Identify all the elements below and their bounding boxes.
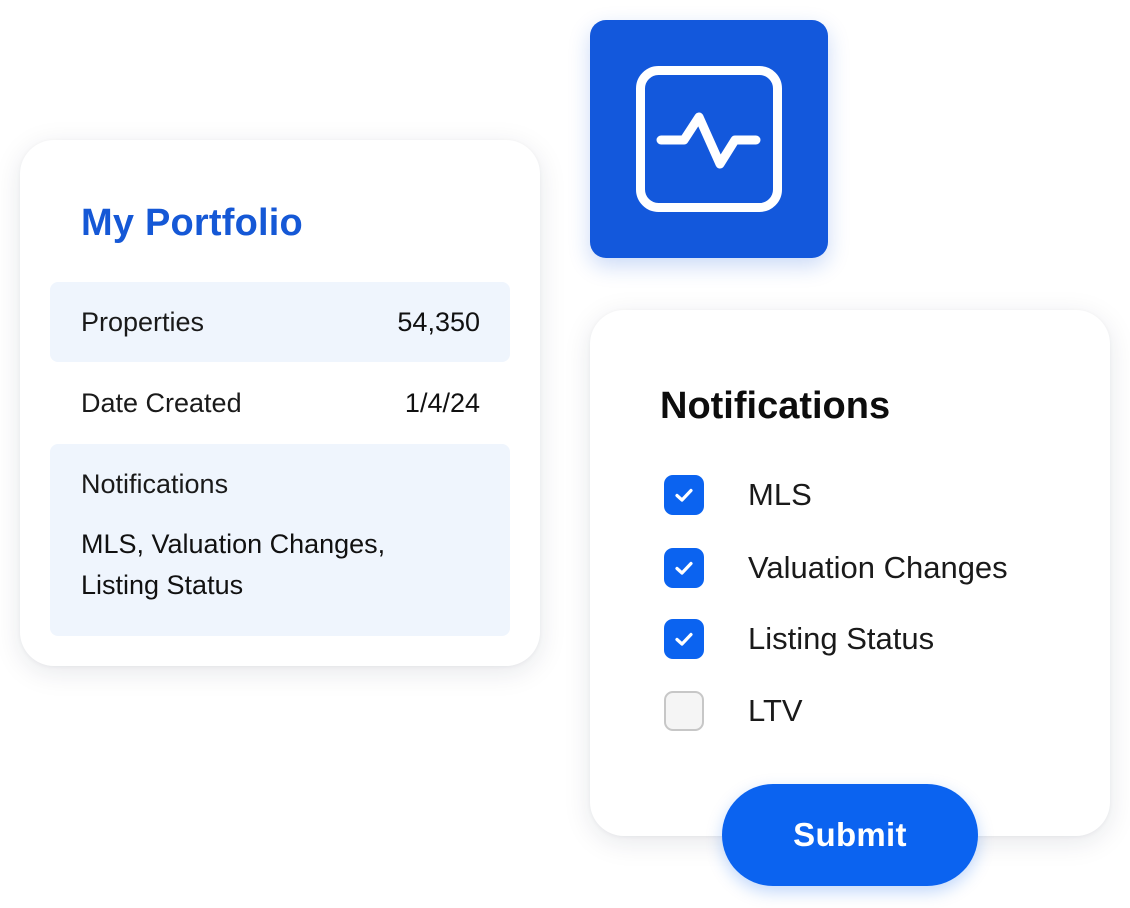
option-ltv[interactable]: LTV — [664, 690, 803, 732]
mls-label: MLS — [748, 477, 812, 512]
notifications-card: Notifications MLS Valuation Changes List… — [590, 310, 1110, 836]
portfolio-card: My Portfolio Properties 54,350 Date Crea… — [20, 140, 540, 666]
date-created-value: 1/4/24 — [404, 387, 480, 418]
check-icon — [675, 632, 693, 646]
listing-status-checkbox[interactable] — [664, 619, 704, 659]
notifications-title: Notifications — [660, 385, 891, 427]
valuation-changes-label: Valuation Changes — [748, 550, 1008, 585]
date-created-label: Date Created — [81, 387, 242, 418]
valuation-changes-checkbox[interactable] — [664, 548, 704, 588]
submit-button[interactable]: Submit — [722, 784, 978, 886]
date-created-row: Date Created 1/4/24 — [50, 363, 510, 443]
mls-checkbox[interactable] — [664, 475, 704, 515]
option-mls[interactable]: MLS — [664, 474, 812, 516]
portfolio-title: My Portfolio — [81, 202, 303, 244]
check-icon — [675, 488, 693, 502]
properties-label: Properties — [81, 306, 205, 337]
notifications-summary-label: Notifications — [81, 469, 229, 499]
activity-tile — [590, 20, 828, 258]
option-valuation-changes[interactable]: Valuation Changes — [664, 547, 1008, 589]
ltv-checkbox[interactable] — [664, 691, 704, 731]
activity-pulse-icon — [636, 66, 782, 212]
listing-status-label: Listing Status — [748, 621, 935, 656]
option-listing-status[interactable]: Listing Status — [664, 618, 934, 660]
ltv-label: LTV — [748, 693, 803, 728]
properties-row: Properties 54,350 — [50, 282, 510, 362]
check-icon — [675, 561, 693, 575]
notifications-summary-value: MLS, Valuation Changes, Listing Status — [81, 529, 386, 600]
properties-value: 54,350 — [397, 306, 480, 337]
notifications-summary: Notifications MLS, Valuation Changes, Li… — [50, 444, 510, 636]
